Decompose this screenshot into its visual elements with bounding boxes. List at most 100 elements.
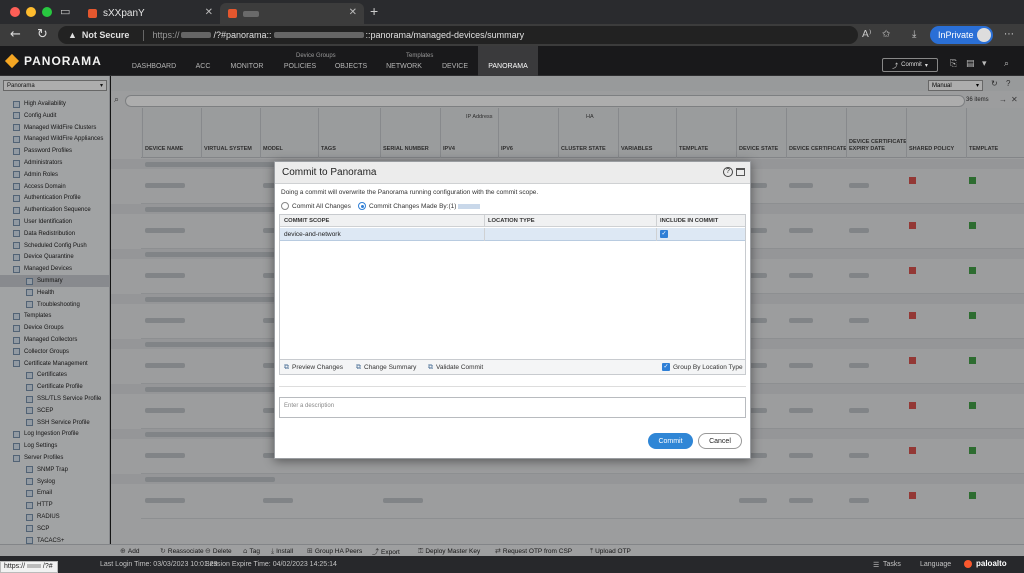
commit-all-radio[interactable]: Commit All Changes bbox=[281, 202, 351, 210]
commit-all-label: Commit All Changes bbox=[292, 202, 351, 210]
minimize-window-button[interactable] bbox=[26, 7, 36, 17]
app-name: PANORAMA bbox=[24, 54, 102, 68]
extensions-icon[interactable]: ✩ bbox=[882, 29, 890, 40]
commit-by-user-radio[interactable]: Commit Changes Made By:(1) bbox=[358, 202, 481, 210]
more-icon[interactable]: ⋯ bbox=[1004, 29, 1014, 40]
divider bbox=[279, 386, 746, 387]
tab-device[interactable]: DEVICE bbox=[436, 46, 474, 76]
read-aloud-icon[interactable]: A⁾ bbox=[862, 29, 871, 40]
cancel-button[interactable]: Cancel bbox=[698, 433, 742, 449]
browser-tab-2[interactable]: ✕ bbox=[220, 3, 364, 24]
status-url-tail: /?# bbox=[42, 563, 53, 570]
close-tab-icon[interactable]: ✕ bbox=[349, 7, 357, 18]
config-menu-icon[interactable]: ▾ bbox=[982, 59, 987, 69]
avatar bbox=[977, 28, 991, 42]
app-header: PANORAMA Device Groups Templates DASHBOA… bbox=[0, 46, 1024, 76]
help-icon[interactable]: ? bbox=[723, 167, 733, 177]
radio-button-selected-icon bbox=[358, 202, 366, 210]
commit-icon: ⤴ bbox=[892, 63, 899, 70]
preview-changes-button[interactable]: ⧉ Preview Changes bbox=[284, 363, 343, 372]
change-summary-label: Change Summary bbox=[364, 364, 417, 371]
commit-menu-button[interactable]: ⤴ Commit ▾ bbox=[882, 58, 938, 72]
commit-scope-row[interactable]: device-and-network ✓ bbox=[280, 228, 745, 241]
search-icon[interactable]: ⌕ bbox=[1004, 59, 1009, 69]
redacted-tab-title bbox=[243, 10, 259, 17]
tab-dashboard[interactable]: DASHBOARD bbox=[126, 46, 182, 76]
group-by-location-label: Group By Location Type bbox=[673, 363, 743, 371]
commit-menu-label: Commit bbox=[901, 62, 922, 68]
grid-header: COMMIT SCOPE LOCATION TYPE INCLUDE IN CO… bbox=[280, 215, 745, 227]
inprivate-badge[interactable]: InPrivate bbox=[930, 26, 993, 44]
url-field[interactable]: ▲ Not Secure https:// /?#panorama:: ::pa… bbox=[58, 26, 858, 44]
paloalto-favicon-icon bbox=[88, 9, 97, 18]
screen: ▭ sXXpanY ✕ ✕ + ← ↻ ▲ Not Secure https:/… bbox=[0, 0, 1024, 573]
paloalto-favicon-icon bbox=[228, 9, 237, 18]
url-path: /?#panorama:: bbox=[213, 30, 272, 40]
browser-tab-bar: ▭ sXXpanY ✕ ✕ + bbox=[0, 0, 1024, 24]
commit-scope-header: COMMIT SCOPE bbox=[284, 218, 330, 224]
tasks-link[interactable]: Tasks bbox=[883, 561, 901, 568]
browser-tab-1[interactable]: sXXpanY ✕ bbox=[80, 3, 220, 24]
change-summary-button[interactable]: ⧉ Change Summary bbox=[356, 363, 416, 372]
panorama-logo: PANORAMA bbox=[4, 53, 102, 69]
brand-name: paloalto bbox=[976, 559, 1007, 568]
window-controls bbox=[10, 7, 52, 17]
commit-button[interactable]: Commit bbox=[648, 433, 693, 449]
column-divider bbox=[484, 228, 485, 241]
url-route: ::panorama/managed-devices/summary bbox=[365, 30, 525, 40]
column-divider bbox=[484, 215, 485, 227]
dialog-title: Commit to Panorama bbox=[282, 167, 377, 178]
redacted-host bbox=[181, 32, 212, 38]
maximize-window-button[interactable] bbox=[42, 7, 52, 17]
inprivate-label: InPrivate bbox=[938, 30, 974, 40]
tab-monitor[interactable]: MONITOR bbox=[224, 46, 270, 76]
status-url: https:// bbox=[4, 563, 26, 570]
include-in-commit-checkbox[interactable]: ✓ bbox=[660, 230, 668, 238]
commit-scope-grid: COMMIT SCOPE LOCATION TYPE INCLUDE IN CO… bbox=[279, 214, 746, 360]
last-login-time: Last Login Time: 03/03/2023 10:01:23 bbox=[100, 561, 218, 568]
chevron-down-icon: ▾ bbox=[924, 62, 928, 69]
save-icon[interactable]: ▤ bbox=[966, 59, 975, 69]
validate-commit-button[interactable]: ⧉ Validate Commit bbox=[428, 363, 483, 372]
paloalto-brand: paloalto bbox=[964, 559, 1007, 568]
tab-actions-icon[interactable]: ▭ bbox=[60, 5, 70, 18]
group-by-location-checkbox[interactable]: ✓ Group By Location Type bbox=[662, 363, 743, 371]
checkbox-checked-icon: ✓ bbox=[662, 363, 670, 371]
browser-address-bar: ← ↻ ▲ Not Secure https:// /?#panorama:: … bbox=[0, 24, 1024, 46]
url-divider bbox=[143, 29, 145, 41]
close-window-button[interactable] bbox=[10, 7, 20, 17]
commit-dialog: Commit to Panorama ? Doing a commit will… bbox=[274, 161, 751, 459]
close-tab-icon[interactable]: ✕ bbox=[205, 7, 213, 18]
dialog-description: Doing a commit will overwrite the Panora… bbox=[281, 189, 539, 196]
tab-panorama[interactable]: PANORAMA bbox=[478, 46, 538, 76]
commit-tools-bar: ⧉ Preview Changes ⧉ Change Summary ⧉ Val… bbox=[279, 360, 746, 375]
redacted-username bbox=[458, 203, 481, 209]
location-type-header: LOCATION TYPE bbox=[488, 218, 535, 224]
description-input[interactable]: Enter a description bbox=[279, 397, 746, 418]
dialog-header: Commit to Panorama ? bbox=[275, 162, 750, 184]
include-in-commit-header: INCLUDE IN COMMIT bbox=[660, 218, 719, 224]
tasks-icon[interactable]: ☰ bbox=[873, 561, 879, 569]
preview-icon: ⧉ bbox=[284, 363, 289, 371]
paloalto-logo-icon bbox=[4, 53, 20, 69]
language-link[interactable]: Language bbox=[920, 561, 951, 568]
commit-scope-cell: device-and-network bbox=[284, 231, 341, 238]
validate-commit-label: Validate Commit bbox=[436, 364, 484, 371]
tab-objects[interactable]: OBJECTS bbox=[330, 46, 372, 76]
tab-acc[interactable]: ACC bbox=[188, 46, 218, 76]
column-divider bbox=[656, 228, 657, 241]
paloalto-logo-icon bbox=[964, 559, 972, 568]
download-icon[interactable]: ⤓ bbox=[912, 29, 916, 40]
radio-button-icon bbox=[281, 202, 289, 210]
config-lock-icon[interactable]: ⎘ bbox=[950, 59, 957, 69]
commit-by-user-label: Commit Changes Made By:(1) bbox=[369, 202, 457, 210]
warning-icon: ▲ bbox=[68, 30, 77, 40]
new-tab-icon[interactable]: + bbox=[370, 3, 378, 19]
tab-network[interactable]: NETWORK bbox=[380, 46, 428, 76]
maximize-icon[interactable] bbox=[736, 168, 745, 176]
reload-icon[interactable]: ↻ bbox=[37, 27, 48, 42]
tab-policies[interactable]: POLICIES bbox=[278, 46, 322, 76]
session-expire-time: Session Expire Time: 04/02/2023 14:25:14 bbox=[205, 561, 337, 568]
back-arrow-icon[interactable]: ← bbox=[10, 27, 21, 42]
url-scheme: https:// bbox=[152, 30, 180, 40]
